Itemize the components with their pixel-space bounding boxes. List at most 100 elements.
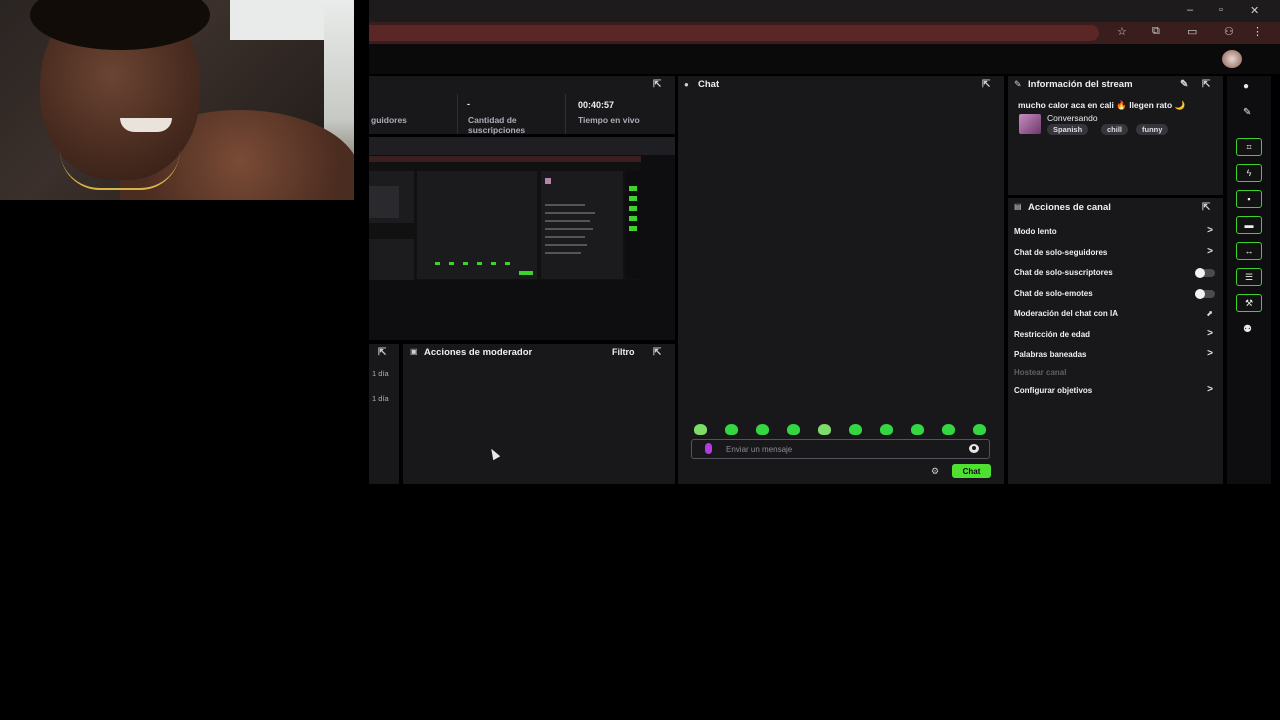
close-window-button[interactable]: ✕ xyxy=(1250,4,1259,17)
popout-icon[interactable]: ⇱ xyxy=(1202,202,1210,213)
dock-button-screenshot[interactable]: ⌗ xyxy=(1236,138,1262,156)
chevron-right-icon[interactable]: > xyxy=(1207,246,1213,257)
tag[interactable]: chill xyxy=(1101,124,1129,135)
gear-icon[interactable]: ⚙ xyxy=(931,466,939,477)
emote-icon[interactable] xyxy=(911,424,924,435)
dock-button-chat[interactable]: ▪ xyxy=(1236,190,1262,208)
emote-icon[interactable] xyxy=(973,424,986,435)
stream-stats-panel: ⇱ - guidores Cantidad de suscripciones 0… xyxy=(369,76,675,135)
emote-bar xyxy=(692,424,992,438)
webcam-overlay xyxy=(0,0,354,200)
panel-title: Acciones de moderador xyxy=(424,347,533,358)
emote-icon[interactable] xyxy=(756,424,769,435)
webcam-mouth xyxy=(120,118,172,132)
panel-title: Información del stream xyxy=(1028,79,1133,90)
action-ai-moderation[interactable]: Moderación del chat con IA xyxy=(1014,309,1118,318)
dock-button-ad[interactable]: ▬ xyxy=(1236,216,1262,234)
action-configure-goals[interactable]: Configurar objetivos xyxy=(1014,386,1092,395)
chat-input-box[interactable] xyxy=(691,439,990,459)
action-followers-only[interactable]: Chat de solo-seguidores xyxy=(1014,248,1107,257)
subscribers-only-toggle[interactable] xyxy=(1195,268,1215,278)
edit-icon[interactable]: ✎ xyxy=(1180,79,1188,90)
address-bar[interactable] xyxy=(369,25,1099,41)
stream-info-panel: ✎ Información del stream ✎ ⇱ mucho calor… xyxy=(1008,76,1223,195)
chat-input[interactable] xyxy=(726,443,956,456)
category-name[interactable]: Conversando xyxy=(1047,113,1098,123)
chevron-right-icon[interactable]: > xyxy=(1207,348,1213,359)
narrow-panel: ⇱ 1 día 1 día xyxy=(369,344,399,484)
emote-icon[interactable] xyxy=(849,424,862,435)
chat-panel: ● Chat ⇱ ⚙ Chat xyxy=(678,76,1004,484)
stream-preview-panel xyxy=(369,137,675,340)
sidebar-icon[interactable]: ▭ xyxy=(1187,25,1197,38)
info-icon[interactable]: ● xyxy=(1243,81,1249,92)
chevron-right-icon[interactable]: > xyxy=(1207,328,1213,339)
emote-icon[interactable] xyxy=(818,424,831,435)
emote-icon[interactable] xyxy=(694,424,707,435)
emote-icon[interactable] xyxy=(725,424,738,435)
preview-header xyxy=(369,137,675,155)
right-dock: ● ✎ ⌗ ϟ ▪ ▬ ↔ ☰ ⚒ ⚉ xyxy=(1227,76,1271,484)
panel-title: Acciones de canal xyxy=(1028,202,1111,213)
divider xyxy=(565,94,566,134)
stat-label: Tiempo en vivo xyxy=(578,115,640,125)
tag[interactable]: funny xyxy=(1136,124,1169,135)
popout-icon[interactable]: ⇱ xyxy=(653,79,661,90)
app-header xyxy=(369,44,1280,74)
browser-toolbar xyxy=(369,22,1280,44)
popout-icon[interactable]: ⇱ xyxy=(378,347,386,358)
send-chat-button[interactable]: Chat xyxy=(952,464,991,478)
stat-value: - xyxy=(467,99,470,109)
wrench-icon: ✎ xyxy=(1014,79,1022,89)
chat-icon: ● xyxy=(684,80,689,89)
list-item: 1 día xyxy=(372,369,389,378)
profile-icon[interactable]: ⚇ xyxy=(1224,25,1234,38)
emote-icon[interactable] xyxy=(880,424,893,435)
mod-actions-panel: ▣ Acciones de moderador Filtro ⇱ xyxy=(403,344,675,484)
people-icon[interactable]: ⚉ xyxy=(1243,324,1252,335)
divider xyxy=(457,94,458,134)
stat-label: guidores xyxy=(371,115,407,125)
panel-title: Chat xyxy=(698,79,720,90)
mic-icon[interactable] xyxy=(705,443,712,454)
star-icon[interactable]: ☆ xyxy=(1117,25,1127,38)
stat-value: 00:40:57 xyxy=(578,100,615,110)
popout-icon[interactable]: ⇱ xyxy=(982,79,990,90)
category-thumbnail xyxy=(1019,114,1041,134)
more-icon[interactable]: ⋮ xyxy=(1252,25,1263,38)
list-item: 1 día xyxy=(372,394,389,403)
webcam-window-bg xyxy=(230,0,326,40)
chevron-right-icon[interactable]: > xyxy=(1207,225,1213,236)
stream-preview-image xyxy=(369,156,641,280)
channel-actions-panel: ▤ Acciones de canal ⇱ Modo lento > Chat … xyxy=(1008,198,1223,484)
dock-button-layout[interactable]: ☰ xyxy=(1236,268,1262,286)
action-banned-words[interactable]: Palabras baneadas xyxy=(1014,350,1086,359)
stat-label: Cantidad de suscripciones xyxy=(468,115,526,135)
chevron-right-icon[interactable]: > xyxy=(1207,384,1213,395)
popout-icon[interactable]: ⇱ xyxy=(1202,79,1210,90)
action-emotes-only: Chat de solo-emotes xyxy=(1014,289,1093,298)
avatar[interactable] xyxy=(1222,50,1242,68)
action-host-channel: Hostear canal xyxy=(1014,368,1067,377)
emote-icon[interactable] xyxy=(787,424,800,435)
emote-icon[interactable] xyxy=(942,424,955,435)
action-age-restriction[interactable]: Restricción de edad xyxy=(1014,330,1090,339)
dock-button-broadcast[interactable]: ↔ xyxy=(1236,242,1262,260)
eye-icon[interactable] xyxy=(969,444,979,453)
emotes-only-toggle[interactable] xyxy=(1195,289,1215,299)
chart-icon[interactable]: ⬈ xyxy=(1206,309,1213,318)
action-slow-mode[interactable]: Modo lento xyxy=(1014,227,1057,236)
pencil-icon[interactable]: ✎ xyxy=(1243,107,1251,118)
dock-button-bolt[interactable]: ϟ xyxy=(1236,164,1262,182)
extensions-icon[interactable]: ⧉ xyxy=(1152,25,1160,38)
restore-button[interactable]: ▫ xyxy=(1219,4,1223,16)
dock-button-wrench[interactable]: ⚒ xyxy=(1236,294,1262,312)
filter-button[interactable]: Filtro xyxy=(612,347,635,357)
minimize-button[interactable]: – xyxy=(1187,4,1193,16)
action-subscribers-only: Chat de solo-suscriptores xyxy=(1014,268,1113,277)
popout-icon[interactable]: ⇱ xyxy=(653,347,661,358)
channel-actions-icon: ▤ xyxy=(1014,202,1022,211)
tag[interactable]: Spanish xyxy=(1047,124,1089,135)
browser-titlebar: – ▫ ✕ xyxy=(369,0,1280,22)
screen: – ▫ ✕ ☆ ⧉ ▭ ⚇ ⋮ ⇱ - guidores Cantidad de… xyxy=(0,0,1280,720)
